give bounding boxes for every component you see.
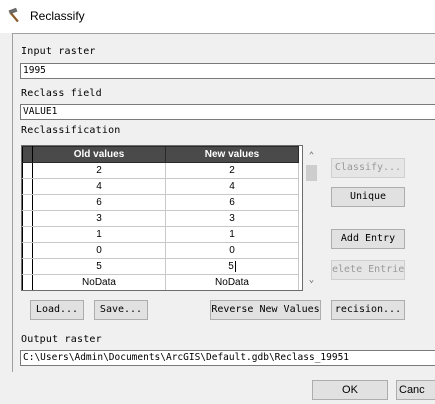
new-value-cell[interactable]: NoData [165, 274, 299, 290]
unique-button[interactable]: Unique [331, 187, 405, 207]
new-value-cell[interactable]: 0 [165, 242, 299, 259]
table-row[interactable]: 3 3 [22, 210, 299, 227]
new-value-text[interactable]: 5 [228, 261, 234, 272]
window-title: Reclassify [30, 9, 85, 23]
new-value-cell[interactable]: 4 [165, 178, 299, 195]
input-raster-field[interactable]: 1995 [20, 63, 435, 79]
reclassification-table[interactable]: Old values New values 2 2 4 4 6 6 3 3 1 … [21, 145, 303, 291]
row-selector[interactable] [22, 274, 33, 290]
old-value-cell[interactable]: 1 [32, 226, 166, 243]
row-selector[interactable] [22, 162, 33, 179]
output-raster-label: Output raster [21, 334, 102, 345]
old-value-cell[interactable]: 6 [32, 194, 166, 211]
reclassification-label: Reclassification [21, 125, 121, 136]
reverse-new-values-button[interactable]: Reverse New Values [210, 300, 321, 320]
column-header-new-values[interactable]: New values [165, 146, 299, 163]
output-raster-field[interactable]: C:\Users\Admin\Documents\ArcGIS\Default.… [20, 350, 435, 366]
scroll-up-arrow-icon[interactable]: ⌃ [303, 149, 320, 163]
classify-button[interactable]: Classify... [331, 158, 405, 178]
row-selector[interactable] [22, 178, 33, 195]
table-row[interactable]: NoData NoData [22, 274, 299, 290]
new-value-cell[interactable]: 3 [165, 210, 299, 227]
table-row[interactable]: 5 5 [22, 258, 299, 275]
row-selector[interactable] [22, 226, 33, 243]
old-value-cell[interactable]: 0 [32, 242, 166, 259]
new-value-cell[interactable]: 2 [165, 162, 299, 179]
row-selector[interactable] [22, 258, 33, 275]
new-value-cell-editing[interactable]: 5 [165, 258, 299, 275]
table-row[interactable]: 4 4 [22, 178, 299, 195]
row-header-corner [22, 146, 33, 163]
row-selector[interactable] [22, 194, 33, 211]
table-scrollbar[interactable]: ⌃ ⌄ [303, 149, 320, 287]
add-entry-button[interactable]: Add Entry [331, 229, 405, 249]
table-row[interactable]: 2 2 [22, 162, 299, 179]
old-value-cell[interactable]: 2 [32, 162, 166, 179]
scrollbar-thumb[interactable] [306, 165, 317, 181]
old-value-cell[interactable]: NoData [32, 274, 166, 290]
old-value-cell[interactable]: 3 [32, 210, 166, 227]
table-row[interactable]: 6 6 [22, 194, 299, 211]
precision-button[interactable]: recision... [331, 300, 405, 320]
row-selector[interactable] [22, 242, 33, 259]
row-selector[interactable] [22, 210, 33, 227]
old-value-cell[interactable]: 5 [32, 258, 166, 275]
load-button[interactable]: Load... [30, 300, 84, 320]
new-value-cell[interactable]: 1 [165, 226, 299, 243]
delete-entries-button[interactable]: elete Entrie [331, 260, 405, 280]
save-button[interactable]: Save... [94, 300, 148, 320]
old-value-cell[interactable]: 4 [32, 178, 166, 195]
text-caret [234, 260, 236, 272]
cancel-button-label: Canc [399, 384, 425, 396]
reclass-field-select[interactable]: VALUE1 [20, 104, 435, 120]
ok-button[interactable]: OK [312, 380, 388, 400]
title-bar: Reclassify [0, 0, 435, 33]
table-row[interactable]: 0 0 [22, 242, 299, 259]
table-header-row: Old values New values [22, 146, 299, 163]
new-value-cell[interactable]: 6 [165, 194, 299, 211]
table-row[interactable]: 1 1 [22, 226, 299, 243]
scroll-down-arrow-icon[interactable]: ⌄ [303, 273, 320, 287]
cancel-button[interactable]: Canc [396, 380, 435, 400]
reclass-field-label: Reclass field [21, 88, 102, 99]
input-raster-label: Input raster [21, 46, 96, 57]
hammer-icon [8, 7, 19, 23]
column-header-old-values[interactable]: Old values [32, 146, 166, 163]
